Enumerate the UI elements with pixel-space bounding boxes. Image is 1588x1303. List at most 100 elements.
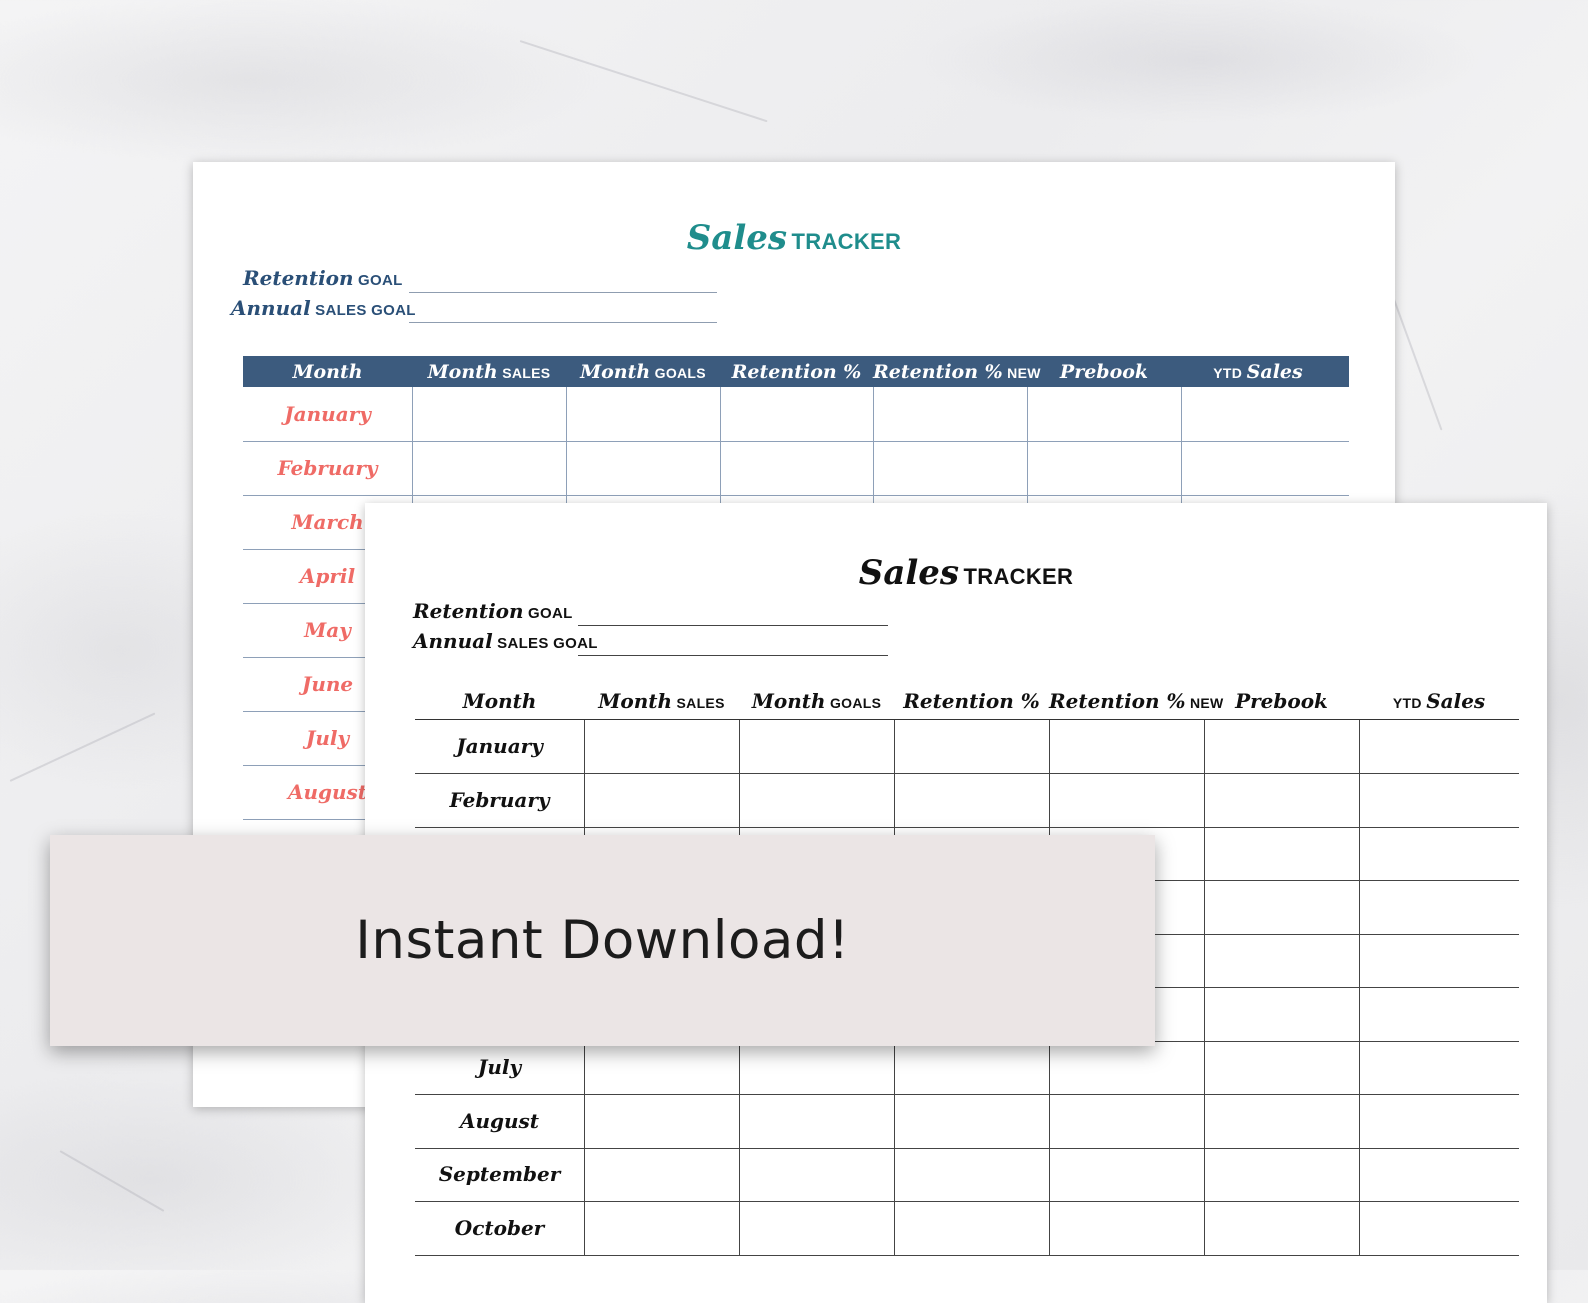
entry-cell[interactable]: [1359, 773, 1519, 827]
col-header-prebook: Prebook: [1059, 360, 1149, 383]
front-retention-goal-field[interactable]: [578, 625, 888, 626]
entry-cell[interactable]: [1204, 1147, 1359, 1201]
entry-cell[interactable]: [1204, 1040, 1359, 1094]
month-cell: January: [243, 387, 412, 441]
entry-cell[interactable]: [1049, 1201, 1204, 1255]
table-row: July: [415, 1040, 1519, 1095]
month-cell: January: [415, 720, 584, 774]
entry-cell[interactable]: [739, 1094, 894, 1148]
entry-cell[interactable]: [1027, 387, 1181, 441]
table-row: August: [415, 1094, 1519, 1149]
month-label: July: [477, 1055, 522, 1080]
entry-cell[interactable]: [1204, 933, 1359, 987]
month-label: May: [304, 618, 351, 642]
marble-vein: [59, 1150, 165, 1212]
entry-cell[interactable]: [584, 1094, 739, 1148]
entry-cell[interactable]: [584, 719, 739, 773]
entry-cell[interactable]: [1049, 719, 1204, 773]
entry-cell[interactable]: [894, 1094, 1049, 1148]
front-annual-goal-field[interactable]: [578, 655, 888, 656]
entry-cell[interactable]: [1359, 933, 1519, 987]
entry-cell[interactable]: [1181, 441, 1349, 495]
entry-cell[interactable]: [584, 773, 739, 827]
month-cell: October: [415, 1201, 584, 1255]
entry-cell[interactable]: [1359, 1147, 1519, 1201]
entry-cell[interactable]: [1359, 880, 1519, 934]
entry-cell[interactable]: [1359, 1201, 1519, 1255]
entry-cell[interactable]: [412, 387, 566, 441]
entry-cell[interactable]: [739, 773, 894, 827]
goal-label-caps: GOAL: [358, 272, 403, 289]
entry-cell[interactable]: [1359, 826, 1519, 880]
col-header-month: Month: [462, 689, 537, 713]
month-label: July: [305, 726, 350, 750]
entry-cell[interactable]: [894, 1147, 1049, 1201]
entry-cell[interactable]: [1204, 719, 1359, 773]
col-header-month-goals: Month GOALS: [580, 360, 706, 383]
entry-cell[interactable]: [1049, 773, 1204, 827]
entry-cell[interactable]: [873, 441, 1027, 495]
entry-cell[interactable]: [1204, 1094, 1359, 1148]
entry-cell[interactable]: [1204, 987, 1359, 1041]
entry-cell[interactable]: [739, 1147, 894, 1201]
back-retention-goal-field[interactable]: [409, 292, 717, 293]
entry-cell[interactable]: [1359, 719, 1519, 773]
month-label: June: [301, 672, 354, 696]
entry-cell[interactable]: [1049, 1147, 1204, 1201]
entry-cell[interactable]: [1359, 1094, 1519, 1148]
instant-download-banner: Instant Download!: [50, 835, 1155, 1046]
back-annual-goal-field[interactable]: [409, 322, 717, 323]
entry-cell[interactable]: [1204, 1201, 1359, 1255]
marble-vein: [9, 712, 156, 782]
front-retention-goal-label: Retention GOAL: [413, 599, 572, 623]
entry-cell[interactable]: [584, 1147, 739, 1201]
month-label: January: [456, 734, 543, 759]
entry-cell[interactable]: [894, 773, 1049, 827]
goal-label-script: Annual: [413, 629, 493, 653]
entry-cell[interactable]: [720, 387, 873, 441]
month-cell: August: [415, 1094, 584, 1148]
table-row: February: [243, 441, 1349, 496]
goal-label-script: Retention: [413, 599, 524, 623]
entry-cell[interactable]: [739, 1040, 894, 1094]
month-cell: February: [243, 441, 412, 495]
entry-cell[interactable]: [1181, 387, 1349, 441]
entry-cell[interactable]: [566, 441, 720, 495]
month-label: April: [299, 564, 356, 588]
front-title-caps: TRACKER: [963, 564, 1074, 589]
col-header-month-goals: Month GOALS: [751, 689, 882, 713]
col-header-retention: Retention %: [903, 689, 1040, 713]
entry-cell[interactable]: [894, 1201, 1049, 1255]
entry-cell[interactable]: [894, 1040, 1049, 1094]
entry-cell[interactable]: [1049, 1040, 1204, 1094]
entry-cell[interactable]: [1359, 1040, 1519, 1094]
month-cell: September: [415, 1148, 584, 1202]
entry-cell[interactable]: [412, 441, 566, 495]
month-label: September: [438, 1162, 561, 1187]
entry-cell[interactable]: [1027, 441, 1181, 495]
entry-cell[interactable]: [1204, 826, 1359, 880]
entry-cell[interactable]: [894, 719, 1049, 773]
entry-cell[interactable]: [584, 1201, 739, 1255]
entry-cell[interactable]: [739, 719, 894, 773]
entry-cell[interactable]: [566, 387, 720, 441]
back-annual-goal-row: Annual SALES GOAL: [231, 296, 717, 323]
entry-cell[interactable]: [1049, 1094, 1204, 1148]
back-sheet-title: Sales TRACKER: [193, 218, 1395, 258]
entry-cell[interactable]: [720, 441, 873, 495]
back-annual-goal-label: Annual SALES GOAL: [231, 296, 415, 320]
entry-cell[interactable]: [584, 1040, 739, 1094]
col-header-ytd-sales: YTD Sales: [1392, 689, 1486, 713]
entry-cell[interactable]: [1204, 880, 1359, 934]
col-header-retention-new: Retention % NEW: [1049, 689, 1224, 713]
month-label: October: [454, 1215, 545, 1240]
entry-cell[interactable]: [873, 387, 1027, 441]
table-row: February: [415, 773, 1519, 828]
entry-cell[interactable]: [739, 1201, 894, 1255]
entry-cell[interactable]: [1204, 773, 1359, 827]
table-row: September: [415, 1147, 1519, 1202]
marble-vein: [519, 40, 768, 123]
month-label: March: [291, 510, 364, 534]
goal-label-script: Annual: [231, 296, 311, 320]
entry-cell[interactable]: [1359, 987, 1519, 1041]
